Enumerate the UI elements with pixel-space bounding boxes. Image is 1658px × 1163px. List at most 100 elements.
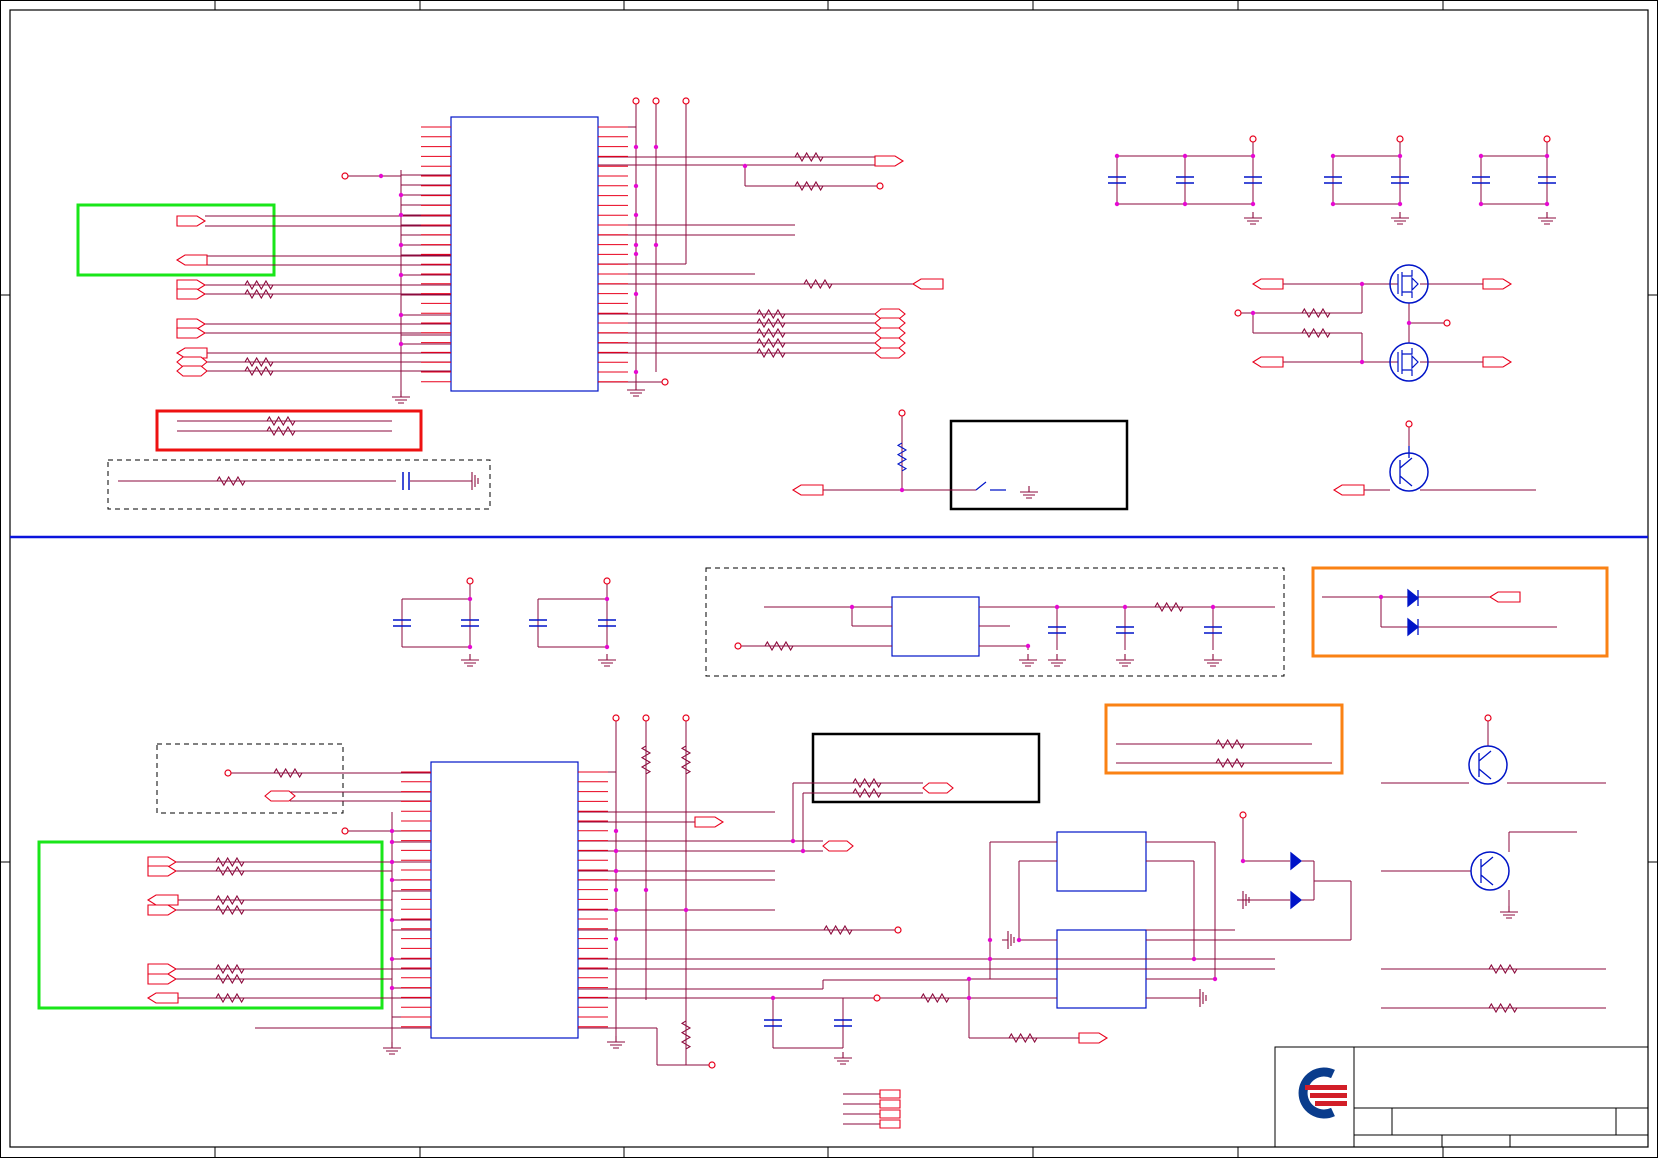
- power-pin-icon: [341, 827, 349, 835]
- port-connector-icon: [176, 288, 207, 300]
- junction-dot: [1478, 153, 1484, 159]
- port-connector-icon: [791, 484, 824, 496]
- junction-dot: [389, 859, 395, 865]
- port-connector-icon: [147, 865, 178, 877]
- ground-icon: [1002, 931, 1015, 949]
- transistor-icon: [1470, 851, 1510, 891]
- ground-icon: [466, 472, 479, 490]
- junction-dot: [378, 173, 384, 179]
- power-pin-icon: [1239, 811, 1247, 819]
- power-pin-icon: [1234, 309, 1242, 317]
- diode-icon: [1407, 617, 1420, 637]
- junction-dot: [1250, 310, 1256, 316]
- junction-dot: [1114, 201, 1120, 207]
- power-pin-icon: [612, 714, 620, 722]
- wires: [118, 104, 1606, 1125]
- junction-dot: [742, 163, 748, 169]
- junction-dot: [633, 369, 639, 375]
- pin-stubs: [401, 126, 628, 1028]
- ground-icon: [607, 1036, 625, 1049]
- junction-dot: [389, 877, 395, 883]
- junction-dot: [398, 192, 404, 198]
- junction-dot: [849, 604, 855, 610]
- resistor-icon: [244, 279, 274, 291]
- junction-dot: [966, 995, 972, 1001]
- resistor-icon: [852, 777, 882, 789]
- port-connector-icon: [146, 894, 179, 906]
- junction-dot: [1397, 153, 1403, 159]
- port-connector-icon: [147, 904, 178, 916]
- junction-dot: [1397, 201, 1403, 207]
- company-logo-icon: [1298, 1067, 1347, 1119]
- resistor-icon: [273, 767, 303, 779]
- transistor-icon: [1389, 452, 1429, 492]
- drawing-frame: [0, 0, 1658, 1158]
- resistor-icon: [244, 356, 274, 368]
- resistor-icon: [1301, 307, 1331, 319]
- power-pin-icon: [734, 642, 742, 650]
- power-pin-icon: [1405, 420, 1413, 428]
- resistor-icon: [823, 924, 853, 936]
- junction-dot: [633, 212, 639, 218]
- resistor-icon: [215, 904, 245, 916]
- resistor-icon: [244, 288, 274, 300]
- junction-dot: [966, 976, 972, 982]
- resistor-icon: [756, 337, 786, 349]
- diode-icon: [1290, 890, 1303, 910]
- port-connector-icon: [176, 365, 208, 377]
- power-pin-icon: [642, 714, 650, 722]
- resistor-icon: [756, 327, 786, 339]
- junction-dot: [1240, 858, 1246, 864]
- dashed-box-top-left: [107, 459, 491, 510]
- resistor-icon: [852, 787, 882, 799]
- power-pin-icon: [708, 1061, 716, 1069]
- power-pin-icon: [682, 714, 690, 722]
- resistor-icon: [244, 365, 274, 377]
- port-connector-icon: [822, 840, 854, 852]
- ground-icon: [383, 1042, 401, 1055]
- junction-dot: [633, 251, 639, 257]
- resistor-icon: [680, 1020, 692, 1050]
- port-connector-icon: [1078, 1032, 1109, 1044]
- junction-dot: [389, 956, 395, 962]
- power-pin-icon: [661, 378, 669, 386]
- ground-icon: [1500, 906, 1518, 919]
- port-connector-icon: [176, 327, 207, 339]
- port-connector-icon: [874, 155, 905, 167]
- junction-dot: [389, 917, 395, 923]
- junction-dot: [389, 839, 395, 845]
- resistor-icon: [1215, 738, 1245, 750]
- power-pin-icon: [341, 172, 349, 180]
- port-connector-icon: [874, 347, 906, 359]
- junction-dot: [1114, 153, 1120, 159]
- resistor-icon: [764, 640, 794, 652]
- resistor-icon: [1488, 1002, 1518, 1014]
- port-connector-icon: [1251, 278, 1284, 290]
- junction-dot: [653, 144, 659, 150]
- junctions: [378, 144, 1550, 1001]
- frame-ticks: [0, 0, 1658, 1158]
- dashed-box-mid: [705, 567, 1285, 677]
- junction-dot: [987, 937, 993, 943]
- junction-dot: [1182, 153, 1188, 159]
- highlight-black-top: [949, 419, 1129, 511]
- resistor-icon: [896, 442, 908, 472]
- diode-icon: [1407, 588, 1420, 608]
- port-connector-icon: [1251, 356, 1284, 368]
- dashed-box-bottom-left: [156, 743, 344, 814]
- resistor-icon: [266, 415, 296, 427]
- ground-icon: [627, 384, 645, 397]
- junction-dot: [1016, 937, 1022, 943]
- transistor-bottom-a: [1468, 745, 1508, 785]
- schematic-sheet: [0, 0, 1658, 1158]
- resistor-icon: [215, 856, 245, 868]
- junction-dot: [1212, 976, 1218, 982]
- junction-dot: [1250, 153, 1256, 159]
- port-connector-icon: [922, 782, 954, 794]
- junction-dot: [1478, 201, 1484, 207]
- transistor-bottom-b: [1470, 851, 1510, 891]
- resistor-icon: [215, 963, 245, 975]
- power-pin-icon: [632, 97, 640, 105]
- power-pin-icon: [1249, 135, 1257, 143]
- junction-dot: [613, 848, 619, 854]
